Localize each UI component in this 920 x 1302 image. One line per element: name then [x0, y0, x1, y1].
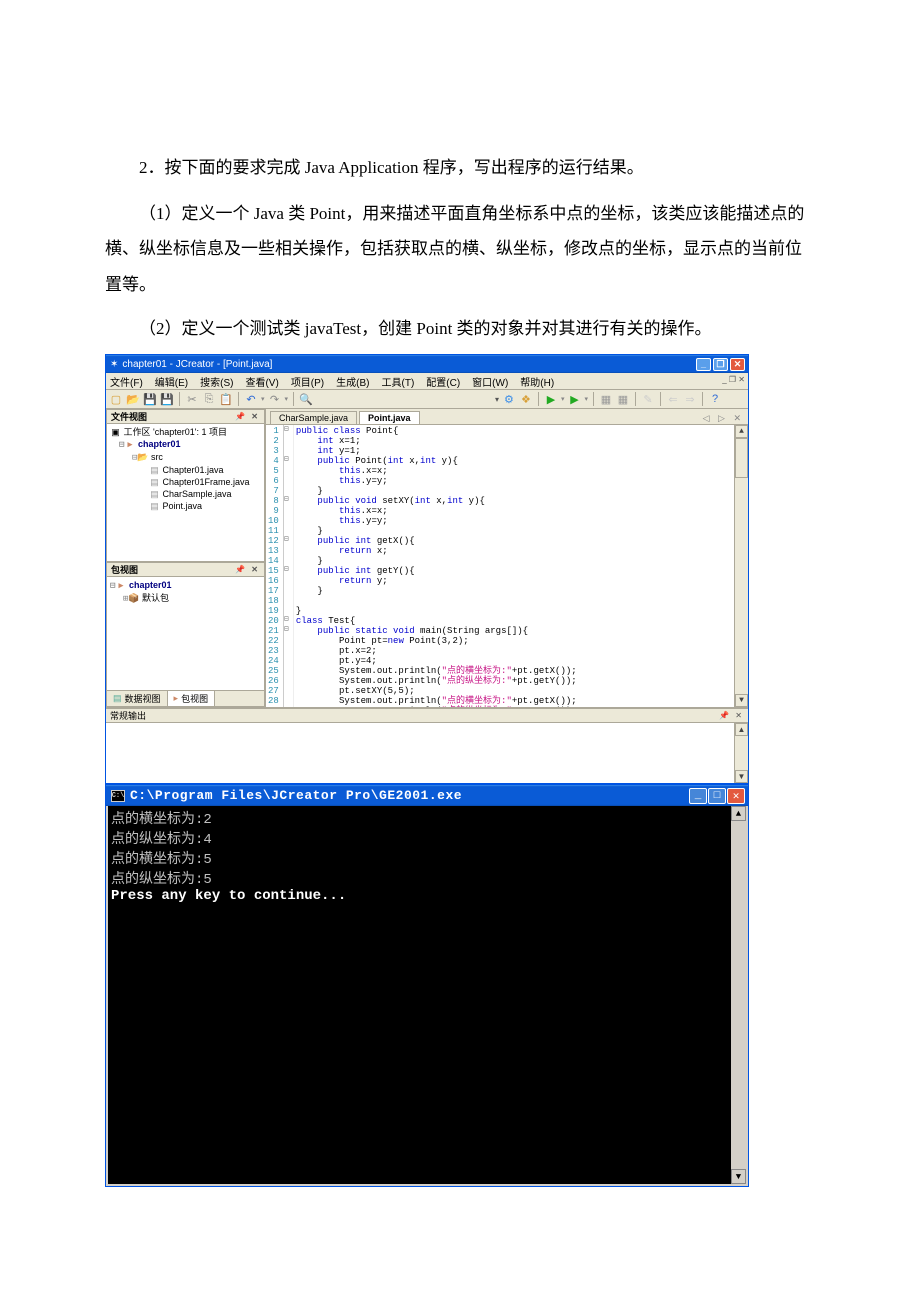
compile-icon[interactable]: ⚙: [502, 392, 516, 406]
redo-icon[interactable]: ↷: [268, 392, 282, 406]
save-all-icon[interactable]: 💾: [160, 392, 174, 406]
build-icon[interactable]: ❖: [519, 392, 533, 406]
jcreator-ide-window: ✶ chapter01 - JCreator - [Point.java] _ …: [105, 354, 749, 784]
help-icon[interactable]: ?: [708, 392, 722, 406]
question-2-para-2: （2）定义一个测试类 javaTest，创建 Point 类的对象并对其进行有关…: [105, 311, 815, 347]
output-body[interactable]: ▲ ▼: [106, 723, 748, 783]
console-window: C:\ C:\Program Files\JCreator Pro\GE2001…: [105, 784, 749, 1187]
copy-icon[interactable]: ⎘: [202, 392, 216, 406]
cut-icon[interactable]: ✂: [185, 392, 199, 406]
ide-menubar: 文件(F) 编辑(E) 搜索(S) 查看(V) 项目(P) 生成(B) 工具(T…: [106, 373, 748, 390]
console-output[interactable]: 点的横坐标为:2 点的纵坐标为:4 点的横坐标为:5 点的纵坐标为:5 Pres…: [106, 806, 748, 1186]
ide-titlebar: ✶ chapter01 - JCreator - [Point.java] _ …: [106, 355, 748, 373]
output-header: 常规输出 📌 ✕: [106, 709, 748, 723]
editor-tab-nav[interactable]: ◁ ▷ ✕: [703, 413, 744, 424]
menu-help[interactable]: 帮助(H): [520, 374, 554, 389]
ide-title-text: chapter01 - JCreator - [Point.java]: [122, 359, 696, 370]
menu-edit[interactable]: 编辑(E): [155, 374, 188, 389]
cfg2-icon[interactable]: ▦: [616, 392, 630, 406]
editor-tabs: CharSample.java Point.java ◁ ▷ ✕: [266, 409, 748, 425]
data-view-tab[interactable]: ▤数据视图: [107, 691, 168, 706]
fwd-icon[interactable]: ⇒: [683, 392, 697, 406]
console-minimize[interactable]: _: [689, 788, 707, 804]
code-editor[interactable]: 1 2 3 4 5 6 7 8 9 10 11 12 13 14 15 16 1…: [266, 425, 748, 707]
console-close[interactable]: ✕: [727, 788, 745, 804]
tab-point[interactable]: Point.java: [359, 411, 420, 424]
question-2-para-1: （1）定义一个 Java 类 Point，用来描述平面直角坐标系中点的坐标，该类…: [105, 196, 815, 303]
menu-view[interactable]: 查看(V): [245, 374, 278, 389]
mdi-controls[interactable]: _ ❐ ✕: [722, 375, 745, 384]
menu-config[interactable]: 配置(C): [426, 374, 460, 389]
maximize-button[interactable]: ❐: [713, 358, 728, 371]
editor-scrollbar[interactable]: ▲ ▼: [734, 425, 748, 707]
console-scrollbar[interactable]: ▲ ▼: [731, 806, 746, 1184]
menu-file[interactable]: 文件(F): [110, 374, 143, 389]
cfg1-icon[interactable]: ▦: [599, 392, 613, 406]
back-icon[interactable]: ⇐: [666, 392, 680, 406]
minimize-button[interactable]: _: [696, 358, 711, 371]
question-2-title: 2．按下面的要求完成 Java Application 程序，写出程序的运行结果…: [105, 150, 815, 186]
console-title: C:\Program Files\JCreator Pro\GE2001.exe: [130, 788, 689, 803]
find-icon[interactable]: 🔍: [299, 392, 313, 406]
fold-gutter[interactable]: ⊟ ⊟ ⊟ ⊟ ⊟ ⊟ ⊟: [284, 425, 294, 707]
menu-project[interactable]: 项目(P): [291, 374, 324, 389]
file-view-pin[interactable]: 📌 ✕: [235, 412, 260, 421]
file-view-header: 文件视图 📌 ✕: [106, 409, 265, 424]
cmd-icon: C:\: [111, 790, 125, 802]
console-titlebar: C:\ C:\Program Files\JCreator Pro\GE2001…: [106, 785, 748, 806]
close-button[interactable]: ✕: [730, 358, 745, 371]
run-icon[interactable]: ▶: [544, 392, 558, 406]
package-view-tree[interactable]: ⊟▸ chapter01 ⊞📦 默认包: [106, 577, 265, 691]
pkg-view-pin[interactable]: 📌 ✕: [235, 565, 260, 574]
ide-toolbar: ▢ 📂 💾 💾 ✂ ⎘ 📋 ↶ ▾ ↷ ▾ 🔍 ▾ ⚙ ❖ ▶ ▾ ▶ ▾ ▦ …: [106, 390, 748, 409]
open-icon[interactable]: 📂: [126, 392, 140, 406]
tab-charsample[interactable]: CharSample.java: [270, 411, 357, 424]
line-gutter: 1 2 3 4 5 6 7 8 9 10 11 12 13 14 15 16 1…: [266, 425, 284, 707]
output-pin[interactable]: 📌 ✕: [719, 711, 744, 720]
output-scrollbar[interactable]: ▲ ▼: [734, 723, 748, 783]
code-content[interactable]: public class Point{ int x=1; int y=1; pu…: [294, 425, 734, 707]
console-maximize[interactable]: □: [708, 788, 726, 804]
undo-icon[interactable]: ↶: [244, 392, 258, 406]
file-view-tree[interactable]: ▣ 工作区 'chapter01': 1 项目 ⊟▸ chapter01 ⊟📂 …: [106, 424, 265, 562]
save-icon[interactable]: 💾: [143, 392, 157, 406]
wizard-icon[interactable]: ✎: [641, 392, 655, 406]
menu-build[interactable]: 生成(B): [336, 374, 369, 389]
run-project-icon[interactable]: ▶: [567, 392, 581, 406]
menu-search[interactable]: 搜索(S): [200, 374, 233, 389]
new-file-icon[interactable]: ▢: [109, 392, 123, 406]
menu-tools[interactable]: 工具(T): [382, 374, 415, 389]
package-view-tab[interactable]: ▸包视图: [168, 691, 216, 706]
paste-icon[interactable]: 📋: [219, 392, 233, 406]
menu-window[interactable]: 窗口(W): [472, 374, 508, 389]
package-view-header: 包视图 📌 ✕: [106, 562, 265, 577]
